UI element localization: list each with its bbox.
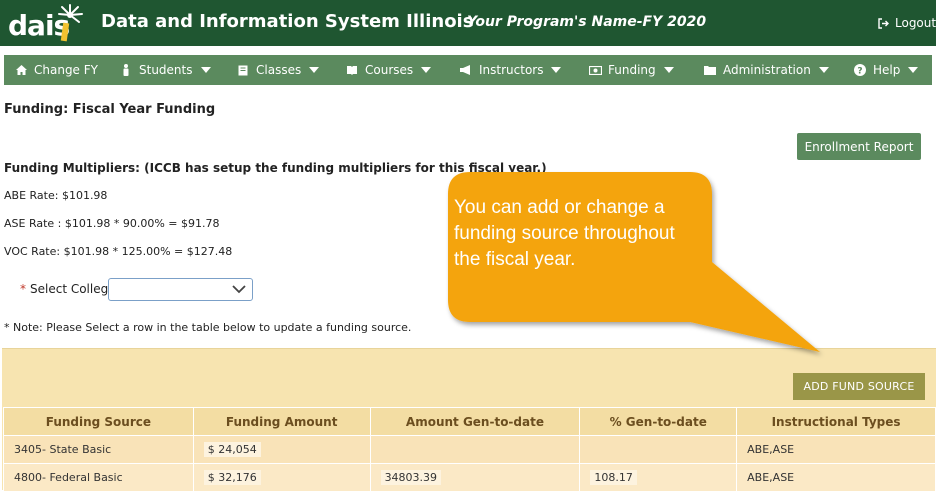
logout-label: Logout: [895, 16, 936, 30]
cell-funding-source: 3405- State Basic: [3, 435, 194, 464]
nav-label: Students: [139, 63, 193, 77]
home-icon: [14, 65, 28, 75]
money-icon: [588, 65, 602, 75]
logout-link[interactable]: Logout: [878, 16, 936, 30]
main-nav: Change FY Students Classes Courses Instr…: [4, 55, 932, 85]
callout-text: You can add or change a funding source t…: [454, 197, 675, 270]
add-fund-source-button[interactable]: ADD FUND SOURCE: [793, 373, 925, 400]
table-row[interactable]: 3405- State Basic $ 24,054 ABE,ASE: [3, 435, 936, 464]
amount-value: $ 24,054: [203, 442, 261, 457]
nav-wrapper: Change FY Students Classes Courses Instr…: [0, 46, 936, 94]
nav-change-fy[interactable]: Change FY: [14, 55, 98, 85]
chevron-down-icon: [908, 67, 919, 73]
nav-students[interactable]: Students: [119, 55, 211, 85]
table-note: * Note: Please Select a row in the table…: [4, 321, 412, 334]
cell-percent-gen: [579, 435, 738, 464]
chevron-down-icon: [818, 67, 829, 73]
multipliers-title: Funding Multipliers: (ICCB has setup the…: [4, 161, 547, 175]
col-instructional-types[interactable]: Instructional Types: [736, 407, 936, 436]
chevron-down-icon: [200, 67, 211, 73]
logout-icon: [878, 17, 889, 29]
cell-amount-gen: [369, 435, 581, 464]
nav-label: Help: [873, 63, 901, 77]
chevron-down-icon: [309, 67, 320, 73]
chevron-down-icon: [551, 67, 562, 73]
chevron-down-icon: [663, 67, 674, 73]
nav-label: Change FY: [34, 63, 98, 77]
amount-gen-value: 34803.39: [380, 470, 442, 485]
required-mark: *: [20, 282, 26, 296]
nav-label: Funding: [608, 63, 656, 77]
nav-label: Administration: [723, 63, 811, 77]
table-row[interactable]: 4800- Federal Basic $ 32,176 34803.39 10…: [3, 463, 936, 492]
program-name: Your Program's Name-FY 2020: [467, 14, 707, 30]
abe-rate: ABE Rate: $101.98: [4, 189, 108, 202]
col-amount-gen-to-date[interactable]: Amount Gen-to-date: [369, 407, 581, 436]
megaphone-icon: [459, 65, 473, 75]
col-percent-gen-to-date[interactable]: % Gen-to-date: [579, 407, 738, 436]
cell-percent-gen: 108.17: [579, 463, 738, 492]
voc-rate: VOC Rate: $101.98 * 125.00% = $127.48: [4, 245, 233, 258]
col-funding-source[interactable]: Funding Source: [3, 407, 194, 436]
enrollment-report-button[interactable]: Enrollment Report: [797, 133, 921, 160]
app-header: dais Data and Information System Illinoi…: [0, 0, 936, 46]
nav-help[interactable]: ? Help: [853, 55, 919, 85]
cell-funding-source: 4800- Federal Basic: [3, 463, 194, 492]
nav-label: Classes: [256, 63, 302, 77]
ase-rate: ASE Rate : $101.98 * 90.00% = $91.78: [4, 217, 220, 230]
nav-courses[interactable]: Courses: [345, 55, 432, 85]
open-book-icon: [345, 65, 359, 75]
chevron-down-icon: [421, 67, 432, 73]
cell-amount-gen: 34803.39: [369, 463, 581, 492]
cell-instructional-types: ABE,ASE: [736, 463, 936, 492]
cell-funding-amount: $ 32,176: [192, 463, 371, 492]
percent-gen-value: 108.17: [590, 470, 637, 485]
chevron-down-icon: [232, 285, 246, 294]
person-icon: [119, 64, 133, 76]
col-funding-amount[interactable]: Funding Amount: [192, 407, 371, 436]
amount-value: $ 32,176: [203, 470, 261, 485]
nav-label: Courses: [365, 63, 414, 77]
nav-label: Instructors: [479, 63, 544, 77]
system-title: Data and Information System Illinois: [101, 11, 474, 32]
question-icon: ?: [853, 64, 867, 76]
nav-instructors[interactable]: Instructors: [459, 55, 562, 85]
cell-instructional-types: ABE,ASE: [736, 435, 936, 464]
folder-icon: [703, 65, 717, 75]
select-college-label: * Select College: [20, 282, 116, 296]
daisi-logo[interactable]: dais: [6, 3, 88, 45]
svg-text:?: ?: [857, 67, 862, 77]
funding-table: Funding Source Funding Amount Amount Gen…: [3, 407, 936, 492]
nav-funding[interactable]: Funding: [588, 55, 674, 85]
select-college-dropdown[interactable]: [108, 278, 253, 301]
nav-classes[interactable]: Classes: [236, 55, 320, 85]
select-college-text: Select College: [30, 282, 116, 296]
nav-administration[interactable]: Administration: [703, 55, 829, 85]
page-title: Funding: Fiscal Year Funding: [4, 102, 216, 117]
table-header-row: Funding Source Funding Amount Amount Gen…: [3, 407, 936, 436]
cell-funding-amount: $ 24,054: [192, 435, 371, 464]
book-icon: [236, 65, 250, 76]
logo-burst-icon: [58, 4, 83, 42]
